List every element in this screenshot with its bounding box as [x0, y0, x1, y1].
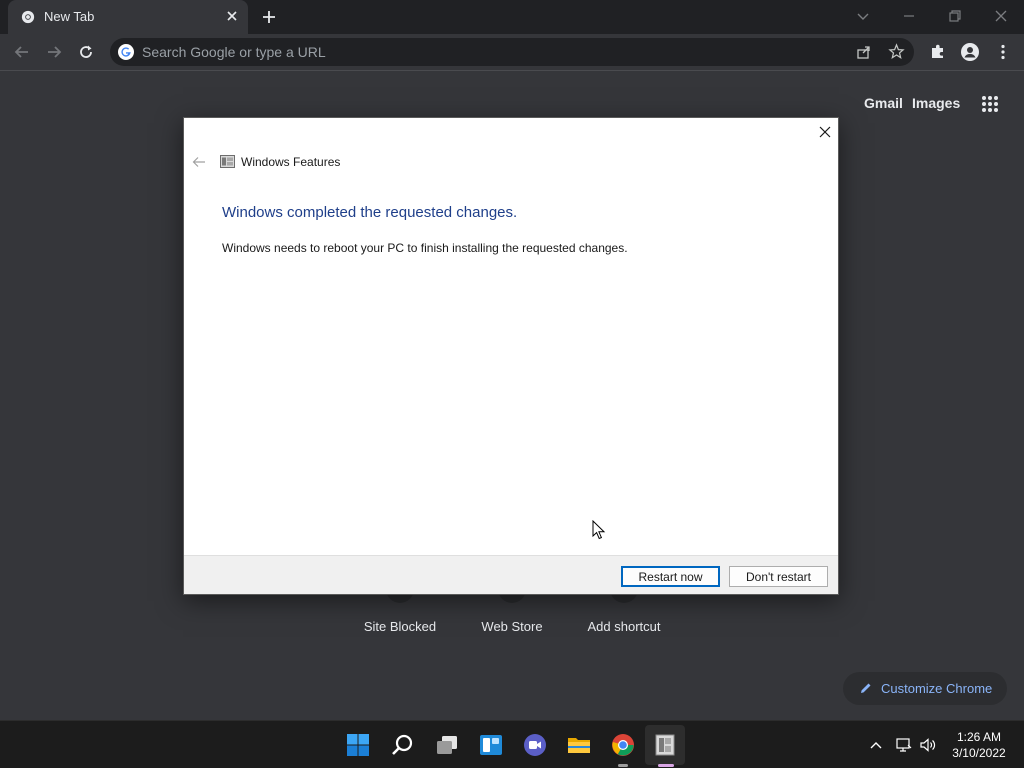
- minimize-icon[interactable]: [899, 6, 919, 26]
- new-tab-icon[interactable]: [260, 8, 278, 26]
- chrome-running-indicator: [618, 764, 628, 767]
- task-view-icon[interactable]: [435, 733, 459, 757]
- close-window-icon[interactable]: [991, 6, 1011, 26]
- extensions-puzzle-icon[interactable]: [928, 42, 948, 62]
- active-app-indicator: [658, 764, 674, 767]
- mouse-pointer-icon: [592, 520, 606, 540]
- omnibox[interactable]: Search Google or type a URL: [110, 38, 914, 66]
- images-link[interactable]: Images: [912, 95, 960, 111]
- windows-features-icon: [220, 155, 235, 168]
- customize-chrome-label: Customize Chrome: [881, 681, 993, 696]
- file-explorer-icon[interactable]: [567, 733, 591, 757]
- dialog-footer: Restart now Don't restart: [184, 555, 838, 594]
- close-icon[interactable]: [818, 125, 832, 139]
- omnibox-placeholder: Search Google or type a URL: [142, 44, 326, 60]
- share-icon[interactable]: [856, 44, 872, 60]
- back-icon[interactable]: [12, 42, 32, 62]
- tab-strip: New Tab: [0, 0, 1024, 34]
- shortcut-label-add-shortcut[interactable]: Add shortcut: [569, 619, 679, 634]
- start-icon[interactable]: [346, 733, 370, 757]
- restart-now-button[interactable]: Restart now: [621, 566, 720, 587]
- google-g-icon: [118, 44, 134, 60]
- dont-restart-button[interactable]: Don't restart: [729, 566, 828, 587]
- close-tab-icon[interactable]: [224, 8, 240, 24]
- chrome-menu-icon[interactable]: [993, 42, 1013, 62]
- reload-icon[interactable]: [76, 42, 96, 62]
- tab-title: New Tab: [44, 9, 95, 24]
- profile-avatar-icon[interactable]: [960, 42, 980, 62]
- clock-date[interactable]: 3/10/2022: [950, 746, 1008, 760]
- search-icon[interactable]: [390, 733, 414, 757]
- google-apps-icon[interactable]: [981, 95, 999, 113]
- shortcut-label-site-blocked[interactable]: Site Blocked: [345, 619, 455, 634]
- windows-features-icon[interactable]: [653, 733, 677, 757]
- back-arrow-icon[interactable]: [192, 156, 206, 168]
- windows-features-dialog: Windows Features Windows completed the r…: [183, 117, 839, 595]
- windows-taskbar: 1:26 AM 3/10/2022: [0, 720, 1024, 768]
- chrome-icon: [21, 10, 35, 24]
- gmail-link[interactable]: Gmail: [864, 95, 903, 111]
- volume-icon[interactable]: [920, 737, 936, 753]
- dialog-heading: Windows completed the requested changes.: [222, 204, 518, 221]
- browser-toolbar: Search Google or type a URL: [0, 34, 1024, 71]
- chrome-icon[interactable]: [611, 733, 635, 757]
- tab-new-tab[interactable]: New Tab: [8, 0, 248, 34]
- chevron-up-icon[interactable]: [868, 737, 884, 753]
- network-icon[interactable]: [896, 737, 912, 753]
- teams-chat-icon[interactable]: [523, 733, 547, 757]
- bookmark-star-icon[interactable]: [888, 43, 905, 60]
- clock-time[interactable]: 1:26 AM: [950, 730, 1008, 744]
- dialog-message: Windows needs to reboot your PC to finis…: [222, 241, 628, 255]
- restore-icon[interactable]: [945, 6, 965, 26]
- widgets-icon[interactable]: [479, 733, 503, 757]
- forward-icon[interactable]: [44, 42, 64, 62]
- dialog-app-title: Windows Features: [241, 155, 341, 169]
- shortcut-label-web-store[interactable]: Web Store: [457, 619, 567, 634]
- tab-search-chevron-icon[interactable]: [853, 6, 873, 26]
- pencil-icon: [861, 683, 871, 693]
- customize-chrome-button[interactable]: Customize Chrome: [843, 672, 1007, 705]
